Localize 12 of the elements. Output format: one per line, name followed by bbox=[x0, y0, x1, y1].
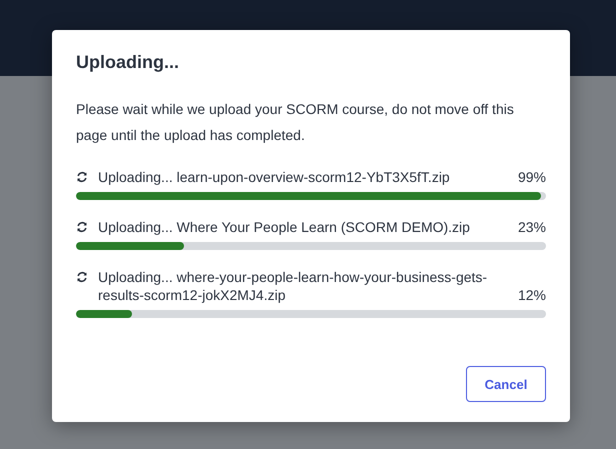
file-name: Uploading... where-your-people-learn-how-your-business-gets-results-scorm12-jokX2MJ4.zip bbox=[98, 268, 488, 304]
sync-icon bbox=[76, 271, 88, 283]
dialog-title: Uploading... bbox=[76, 52, 180, 74]
file-name: Uploading... learn-upon-overview-scorm12-YbT3X5fT.zip bbox=[98, 168, 451, 186]
upload-percent: 99% bbox=[518, 168, 546, 186]
upload-percent: 12% bbox=[518, 286, 546, 304]
dialog-message: Please wait while we upload your SCORM course, do not move off this page until the upload has completed. bbox=[76, 100, 515, 145]
upload-percent: 23% bbox=[518, 218, 546, 236]
sync-icon bbox=[76, 171, 88, 183]
sync-icon bbox=[76, 221, 88, 233]
cancel-button[interactable]: Cancel bbox=[466, 366, 546, 402]
file-name: Uploading... Where Your People Learn (SCORM DEMO).zip bbox=[98, 218, 471, 236]
